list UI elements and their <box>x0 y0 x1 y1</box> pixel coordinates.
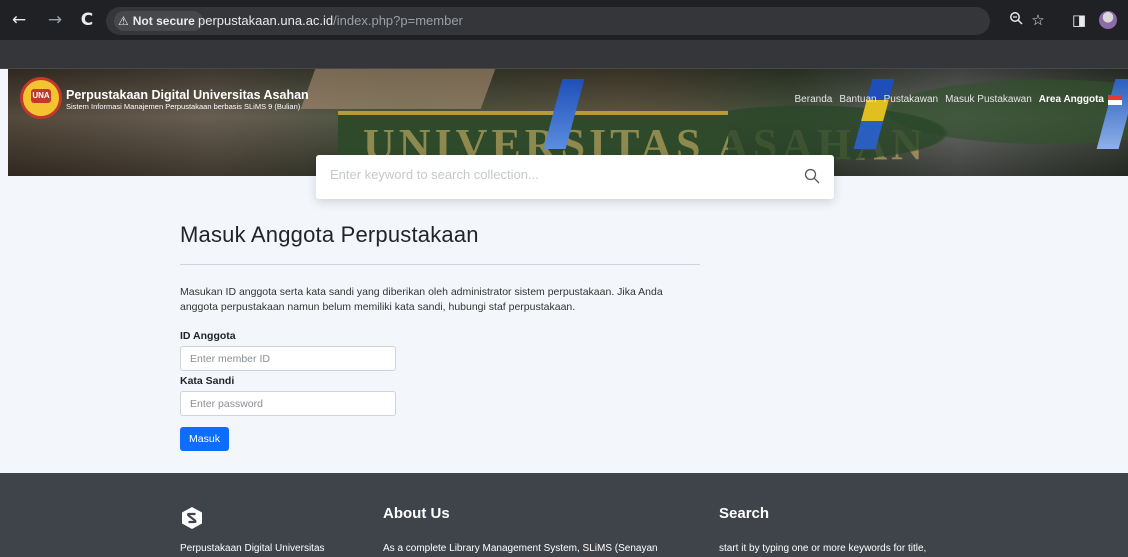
nav-masuk-pustakawan[interactable]: Masuk Pustakawan <box>945 94 1032 105</box>
url-host: perpustakaan.una.ac.id <box>198 13 334 28</box>
language-flag-icon[interactable] <box>1108 95 1122 105</box>
page-title: Masuk Anggota Perpustakaan <box>180 222 479 247</box>
bookmark-bar <box>0 40 1128 69</box>
zoom-icon[interactable] <box>1005 9 1027 31</box>
site-subtitle: Sistem Informasi Manajemen Perpustakaan … <box>66 102 301 111</box>
nav-beranda[interactable]: Beranda <box>795 94 833 105</box>
nav-pustakawan[interactable]: Pustakawan <box>884 94 938 105</box>
address-bar[interactable]: ⚠ Not secure perpustakaan.una.ac.id/index… <box>106 7 990 35</box>
login-button[interactable]: Masuk <box>180 427 229 451</box>
login-intro: Masukan ID anggota serta kata sandi yang… <box>180 286 663 313</box>
browser-chrome: ← → C ⚠ Not secure perpustakaan.una.ac.id… <box>0 0 1128 69</box>
browser-toolbar: ← → C ⚠ Not secure perpustakaan.una.ac.id… <box>0 0 1128 40</box>
bookmark-star-icon[interactable]: ☆ <box>1027 9 1049 31</box>
title-divider <box>180 264 700 265</box>
search-icon[interactable] <box>804 168 820 184</box>
security-label: Not secure <box>132 14 195 28</box>
nav-area-anggota[interactable]: Area Anggota <box>1039 94 1104 105</box>
search-box <box>316 155 834 199</box>
search-input[interactable] <box>330 167 790 182</box>
warning-icon: ⚠ <box>118 14 129 28</box>
url-text[interactable]: perpustakaan.una.ac.id/index.php?p=membe… <box>198 7 463 35</box>
logo-text: UNA <box>31 89 51 103</box>
reload-icon[interactable]: C <box>76 9 98 31</box>
forward-icon[interactable]: → <box>44 9 66 31</box>
footer-about-text: As a complete Library Management System,… <box>383 543 658 554</box>
university-logo[interactable]: UNA <box>20 77 62 119</box>
profile-avatar[interactable] <box>1099 11 1117 29</box>
side-panel-icon[interactable]: ◨ <box>1068 9 1090 31</box>
password-label: Kata Sandi <box>180 375 235 387</box>
security-chip[interactable]: ⚠ Not secure <box>114 11 203 31</box>
url-path: /index.php?p=member <box>333 13 463 28</box>
site-title[interactable]: Perpustakaan Digital Universitas Asahan <box>66 88 309 102</box>
footer-about-heading: About Us <box>383 505 450 522</box>
top-navigation: Beranda Bantuan Pustakawan Masuk Pustaka… <box>795 94 1104 105</box>
footer-brand: Perpustakaan Digital Universitas <box>180 543 325 554</box>
footer-search-text: start it by typing one or more keywords … <box>719 543 927 554</box>
nav-bantuan[interactable]: Bantuan <box>839 94 876 105</box>
password-field[interactable] <box>180 391 396 416</box>
login-section: Masuk Anggota Perpustakaan Masukan ID an… <box>180 222 700 451</box>
member-id-label: ID Anggota <box>180 330 236 342</box>
member-id-field[interactable] <box>180 346 396 371</box>
banner-roof <box>300 69 496 109</box>
back-icon[interactable]: ← <box>8 9 30 31</box>
footer-search-heading: Search <box>719 505 770 522</box>
slims-logo-icon <box>182 507 202 529</box>
